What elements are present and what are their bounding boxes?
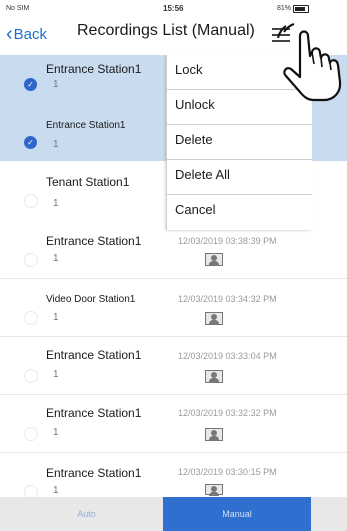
camera-thumbnail-icon[interactable] <box>205 253 223 266</box>
camera-thumbnail-icon[interactable] <box>205 370 223 383</box>
recording-datetime: 12/03/2019 03:33:04 PM <box>178 351 277 361</box>
carrier-label: No SIM <box>6 5 30 12</box>
pointing-hand-icon <box>277 23 342 102</box>
station-number: 1 <box>53 79 59 90</box>
recording-datetime: 12/03/2019 03:34:32 PM <box>178 294 277 304</box>
station-number: 1 <box>53 139 59 150</box>
status-bar: No SIM 15:56 81% <box>0 0 347 18</box>
station-name: Entrance Station1 <box>46 62 142 76</box>
list-item[interactable]: Entrance Station1 1 12/03/2019 03:32:32 … <box>0 395 347 453</box>
tab-manual[interactable]: Manual <box>163 497 311 531</box>
chevron-left-icon: ‹ <box>6 23 13 45</box>
station-name: Entrance Station1 <box>46 466 142 480</box>
tab-bar: Auto Manual <box>0 497 347 531</box>
station-number: 1 <box>53 312 59 323</box>
radio-icon <box>24 253 38 267</box>
recording-datetime: 12/03/2019 03:38:39 PM <box>178 236 277 246</box>
station-name: Tenant Station1 <box>46 175 130 189</box>
recording-datetime: 12/03/2019 03:30:15 PM <box>178 467 277 477</box>
list-item[interactable]: Video Door Station1 1 12/03/2019 03:34:3… <box>0 279 347 337</box>
recording-datetime: 12/03/2019 03:32:32 PM <box>178 408 277 418</box>
station-name: Entrance Station1 <box>46 348 142 362</box>
check-icon: ✓ <box>24 78 37 91</box>
clock: 15:56 <box>163 4 184 13</box>
list-item[interactable]: Entrance Station1 1 12/03/2019 03:33:04 … <box>0 337 347 395</box>
battery-icon <box>293 5 309 13</box>
station-number: 1 <box>53 253 59 264</box>
back-label: Back <box>13 26 48 43</box>
menu-item-delete[interactable]: Delete <box>167 125 312 160</box>
check-icon: ✓ <box>24 136 37 149</box>
radio-icon <box>24 427 38 441</box>
radio-icon <box>24 369 38 383</box>
station-number: 1 <box>53 427 59 438</box>
battery-label: 81% <box>277 5 292 12</box>
station-number: 1 <box>53 369 59 380</box>
station-name: Entrance Station1 <box>46 120 126 131</box>
menu-item-delete-all[interactable]: Delete All <box>167 160 312 195</box>
station-name: Video Door Station1 <box>46 294 136 305</box>
station-number: 1 <box>53 198 59 209</box>
camera-thumbnail-icon[interactable] <box>205 428 223 441</box>
camera-thumbnail-icon[interactable] <box>205 484 223 496</box>
menu-item-cancel[interactable]: Cancel <box>167 195 312 230</box>
page-title: Recordings List (Manual) <box>77 22 255 39</box>
camera-thumbnail-icon[interactable] <box>205 312 223 325</box>
station-number: 1 <box>53 485 59 496</box>
radio-icon <box>24 194 38 208</box>
station-name: Entrance Station1 <box>46 406 142 420</box>
station-name: Entrance Station1 <box>46 234 142 248</box>
back-button[interactable]: ‹Back <box>6 22 47 45</box>
list-item[interactable]: Entrance Station1 1 12/03/2019 03:30:15 … <box>0 453 347 499</box>
tab-auto[interactable]: Auto <box>10 497 163 531</box>
radio-icon <box>24 311 38 325</box>
